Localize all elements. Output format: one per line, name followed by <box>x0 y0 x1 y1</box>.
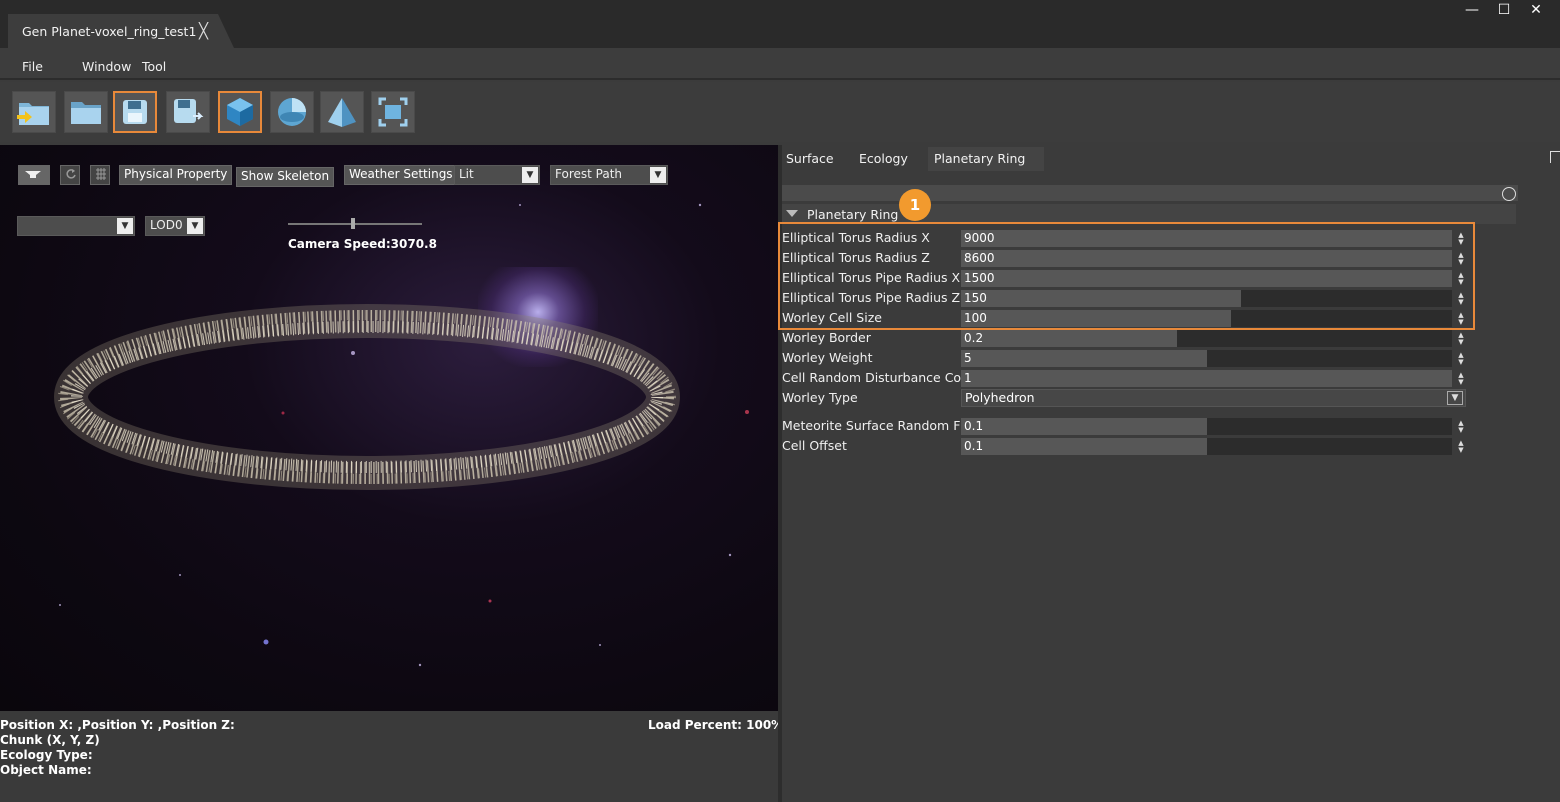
save-as-icon <box>174 99 204 123</box>
worley-type-value: Polyhedron <box>965 390 1035 405</box>
menu-tool[interactable]: Tool <box>142 59 166 74</box>
object-readout: Object Name: <box>0 763 92 777</box>
window-controls: — ☐ ✕ <box>1456 0 1552 20</box>
worley-type-select[interactable]: Polyhedron ▼ <box>961 389 1466 407</box>
tab-surface[interactable]: Surface <box>786 147 834 171</box>
tab-ecology[interactable]: Ecology <box>859 147 908 171</box>
close-window-icon[interactable]: ✕ <box>1520 0 1552 20</box>
property-value: 1 <box>964 371 972 385</box>
minimize-icon[interactable]: — <box>1456 0 1488 20</box>
import-button[interactable] <box>12 91 56 133</box>
pyramid-button[interactable] <box>320 91 364 133</box>
property-label: Worley Border <box>782 330 871 345</box>
highlight-box <box>778 222 1475 330</box>
property-label: Worley Type <box>782 390 858 405</box>
property-label: Cell Random Disturbance Coefficient <box>782 370 962 385</box>
title-bar: Gen Planet-voxel_ring_test1 ╳ — ☐ ✕ <box>0 0 1560 48</box>
property-label: Worley Weight <box>782 350 873 365</box>
property-search-input[interactable] <box>782 185 1518 201</box>
spinner-icon[interactable]: ▲ ▼ <box>1456 332 1466 346</box>
shading-mode-value: Lit <box>459 167 474 181</box>
property-value: 0.1 <box>964 439 984 453</box>
property-value-fill <box>961 350 1207 367</box>
spinner-icon[interactable]: ▲ ▼ <box>1456 420 1466 434</box>
save-button[interactable] <box>113 91 157 133</box>
path-mode-value: Forest Path <box>555 167 623 181</box>
scene-viewport[interactable]: Physical Property Show Skeleton Weather … <box>0 145 778 711</box>
grid-toggle-button[interactable] <box>90 165 110 185</box>
open-button[interactable] <box>64 91 108 133</box>
property-value-fill <box>961 370 1452 387</box>
tab-planetary-ring[interactable]: Planetary Ring <box>928 147 1044 171</box>
section-title: Planetary Ring <box>807 207 899 222</box>
pin-icon[interactable] <box>1550 151 1560 163</box>
chevron-down-icon: ▼ <box>1447 391 1463 405</box>
chevron-down-icon: ▼ <box>187 218 203 234</box>
show-skeleton-button[interactable]: Show Skeleton <box>236 167 335 187</box>
ecology-readout: Ecology Type: <box>0 748 93 762</box>
chevron-down-icon: ▼ <box>650 167 666 183</box>
callout-badge: 1 <box>899 189 931 221</box>
spinner-icon[interactable]: ▲ ▼ <box>1456 440 1466 454</box>
toolbar <box>0 82 1560 142</box>
grid-icon <box>96 168 106 180</box>
property-value: 0.2 <box>964 331 984 345</box>
property-value-field[interactable]: 5 <box>961 350 1452 367</box>
menu-file[interactable]: File <box>22 59 43 74</box>
screenshot-icon <box>378 97 408 127</box>
sphere-icon <box>278 98 306 126</box>
spinner-icon[interactable]: ▲ ▼ <box>1456 372 1466 386</box>
object-select[interactable]: ▼ <box>17 216 135 236</box>
property-value-fill <box>961 418 1207 435</box>
capture-button[interactable] <box>371 91 415 133</box>
path-mode-select[interactable]: Forest Path ▼ <box>550 165 668 185</box>
property-value: 5 <box>964 351 972 365</box>
lod-select[interactable]: LOD0 ▼ <box>145 216 205 236</box>
property-label: Meteorite Surface Random Fluctuation <box>782 418 962 433</box>
filter-icon <box>25 171 41 178</box>
save-as-button[interactable] <box>166 91 210 133</box>
save-icon <box>123 100 147 124</box>
chunk-readout: Chunk (X, Y, Z) <box>0 733 100 747</box>
collapse-triangle-icon <box>786 210 798 217</box>
pyramid-icon <box>328 98 356 127</box>
load-percent-status: Load Percent: 100% <box>648 718 784 732</box>
property-value-field[interactable]: 0.2 <box>961 330 1452 347</box>
property-value-fill <box>961 438 1207 455</box>
slider-handle[interactable] <box>351 218 355 229</box>
sphere-button[interactable] <box>270 91 314 133</box>
cube-button[interactable] <box>218 91 262 133</box>
shading-mode-select[interactable]: Lit ▼ <box>454 165 540 185</box>
document-tab-label: Gen Planet-voxel_ring_test1 <box>22 24 197 39</box>
section-header[interactable]: Planetary Ring <box>782 204 1516 224</box>
chevron-down-icon: ▼ <box>522 167 538 183</box>
property-value-field[interactable]: 1 <box>961 370 1452 387</box>
close-tab-icon[interactable]: ╳ <box>199 22 208 40</box>
menu-window[interactable]: Window <box>82 59 131 74</box>
spinner-icon[interactable]: ▲ ▼ <box>1456 352 1466 366</box>
import-folder-icon <box>17 103 49 125</box>
refresh-icon <box>66 169 76 179</box>
physical-property-button[interactable]: Physical Property <box>119 165 233 185</box>
weather-settings-button[interactable]: Weather Settings <box>344 165 458 185</box>
property-value-field[interactable]: 0.1 <box>961 418 1452 435</box>
refresh-button[interactable] <box>60 165 80 185</box>
open-folder-icon <box>71 102 101 124</box>
property-value-field[interactable]: 0.1 <box>961 438 1452 455</box>
menu-bar: File Window Tool <box>0 48 1560 80</box>
document-tab[interactable]: Gen Planet-voxel_ring_test1 ╳ <box>8 14 234 48</box>
chevron-down-icon: ▼ <box>117 218 133 234</box>
search-icon[interactable] <box>1502 187 1516 201</box>
camera-speed-label: Camera Speed:3070.8 <box>288 237 437 251</box>
camera-speed-slider[interactable] <box>288 218 422 229</box>
property-value-fill <box>961 330 1178 347</box>
property-value: 0.1 <box>964 419 984 433</box>
position-readout: Position X: ,Position Y: ,Position Z: <box>0 718 235 732</box>
maximize-icon[interactable]: ☐ <box>1488 0 1520 20</box>
property-label: Cell Offset <box>782 438 847 453</box>
view-options-button[interactable] <box>18 165 50 185</box>
cube-icon <box>227 98 253 126</box>
lod-value: LOD0 <box>150 218 183 232</box>
